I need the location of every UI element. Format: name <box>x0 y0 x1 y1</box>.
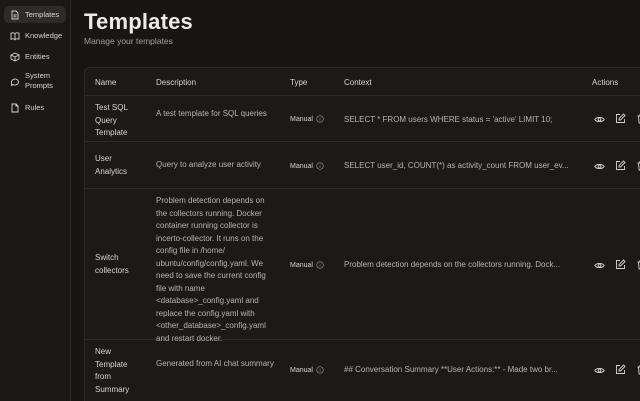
info-icon[interactable] <box>316 115 324 123</box>
sidebar-item-templates[interactable]: Templates <box>4 6 66 23</box>
info-icon[interactable] <box>316 162 324 170</box>
template-name: Switch collectors <box>95 253 129 275</box>
delete-icon[interactable] <box>636 113 640 124</box>
view-icon[interactable] <box>594 260 605 271</box>
template-name: User Analytics <box>95 154 128 176</box>
chat-icon <box>10 77 20 87</box>
delete-icon[interactable] <box>636 364 640 375</box>
main-content: Templates Manage your templates Name Des… <box>72 0 640 401</box>
book-icon <box>10 31 20 41</box>
sidebar-item-label: Knowledge <box>25 31 63 40</box>
type-badge: Manual <box>290 162 324 170</box>
table-row: User Analytics Query to analyze user act… <box>85 143 640 189</box>
table-row: Switch collectors Problem detection depe… <box>85 190 640 343</box>
sidebar-item-label: System Prompts <box>25 71 53 90</box>
sidebar-item-system-prompts[interactable]: System Prompts <box>4 69 66 94</box>
view-icon[interactable] <box>594 365 605 376</box>
template-description: A test template for SQL queries <box>156 109 267 118</box>
template-description: Query to analyze user activity <box>156 160 261 169</box>
type-badge: Manual <box>290 261 324 269</box>
page-subtitle: Manage your templates <box>84 36 173 46</box>
sidebar-item-label: Templates <box>25 10 60 19</box>
sidebar: Templates Knowledge Entities System Prom… <box>0 0 71 401</box>
view-icon[interactable] <box>594 161 605 172</box>
template-name: Test SQL Query Template <box>95 103 128 137</box>
template-name: New Template from Summary <box>95 347 130 394</box>
templates-table: Name Description Type Context Actions Te… <box>84 67 640 401</box>
template-description: Problem detection depends on the collect… <box>156 196 266 343</box>
delete-icon[interactable] <box>636 160 640 171</box>
type-badge: Manual <box>290 115 324 123</box>
document-icon <box>10 10 20 20</box>
edit-icon[interactable] <box>615 160 626 171</box>
type-label: Manual <box>290 261 313 269</box>
column-header-name: Name <box>95 78 117 87</box>
edit-icon[interactable] <box>615 113 626 124</box>
page-title: Templates <box>84 9 193 34</box>
type-label: Manual <box>290 366 313 374</box>
type-label: Manual <box>290 162 313 170</box>
edit-icon[interactable] <box>615 364 626 375</box>
view-icon[interactable] <box>594 114 605 125</box>
type-label: Manual <box>290 115 313 123</box>
table-row: Test SQL Query Template A test template … <box>85 97 640 142</box>
column-header-actions: Actions <box>592 78 619 87</box>
table-row: New Template from Summary Generated from… <box>85 341 640 401</box>
info-icon[interactable] <box>316 261 324 269</box>
column-header-context: Context <box>344 78 372 87</box>
delete-icon[interactable] <box>636 259 640 270</box>
file-icon <box>10 103 20 113</box>
type-badge: Manual <box>290 366 324 374</box>
table-header: Name Description Type Context Actions <box>85 68 640 96</box>
edit-icon[interactable] <box>615 259 626 270</box>
column-header-description: Description <box>156 78 197 87</box>
cube-icon <box>10 52 20 62</box>
sidebar-item-rules[interactable]: Rules <box>4 99 66 116</box>
sidebar-item-entities[interactable]: Entities <box>4 48 66 65</box>
template-context: ## Conversation Summary **User Actions:*… <box>344 365 558 374</box>
sidebar-item-label: Entities <box>25 52 50 61</box>
info-icon[interactable] <box>316 366 324 374</box>
template-context: SELECT * FROM users WHERE status = 'acti… <box>344 115 553 124</box>
template-context: Problem detection depends on the collect… <box>344 260 561 269</box>
sidebar-item-knowledge[interactable]: Knowledge <box>4 27 66 44</box>
template-context: SELECT user_id, COUNT(*) as activity_cou… <box>344 161 569 170</box>
sidebar-item-label: Rules <box>25 103 45 112</box>
column-header-type: Type <box>290 78 308 87</box>
template-description: Generated from AI chat summary <box>156 359 274 368</box>
